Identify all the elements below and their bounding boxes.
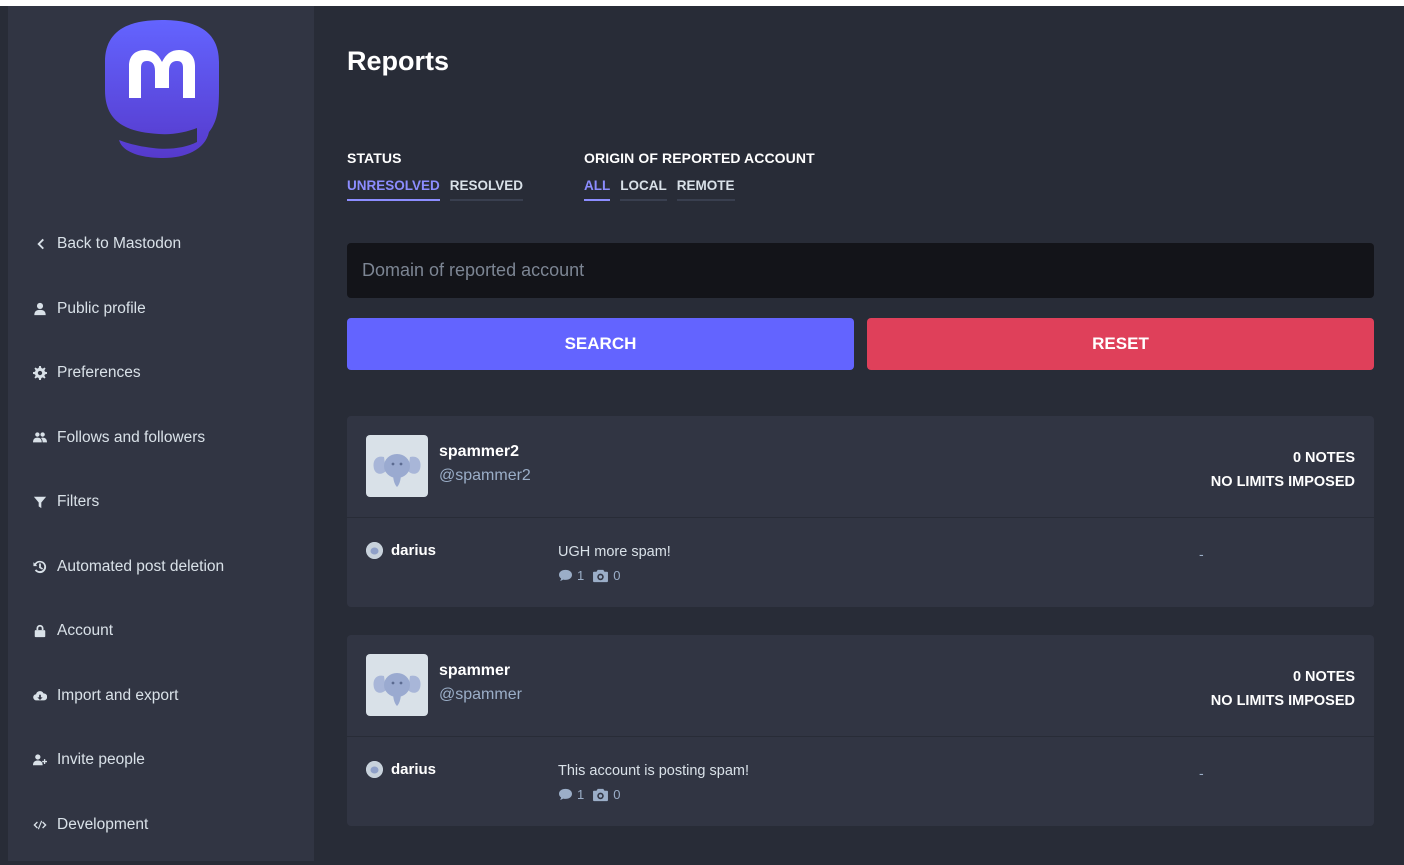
sidebar-nav: Back to Mastodon Public profile Preferen… bbox=[8, 220, 314, 865]
report-card[interactable]: spammer2 @spammer2 0 NOTES NO LIMITS IMP… bbox=[347, 416, 1374, 607]
report-card-header: spammer2 @spammer2 0 NOTES NO LIMITS IMP… bbox=[347, 416, 1374, 518]
main-content: Reports STATUS UNRESOLVED RESOLVED ORIGI… bbox=[314, 6, 1404, 861]
mastodon-logo-icon[interactable] bbox=[101, 18, 223, 158]
reported-account-name[interactable]: spammer bbox=[439, 662, 510, 680]
reporter[interactable]: darius bbox=[366, 542, 436, 559]
sidebar-item-label: Back to Mastodon bbox=[57, 235, 182, 252]
reported-account-handle[interactable]: @spammer2 bbox=[439, 467, 531, 485]
report-comment: UGH more spam! bbox=[558, 544, 671, 560]
gear-icon bbox=[32, 365, 48, 381]
comment-icon bbox=[559, 788, 572, 801]
chevron-left-icon bbox=[32, 236, 48, 252]
report-meta: 0 NOTES NO LIMITS IMPOSED bbox=[1211, 446, 1355, 494]
report-card[interactable]: spammer @spammer 0 NOTES NO LIMITS IMPOS… bbox=[347, 635, 1374, 826]
reporter-avatar bbox=[366, 542, 383, 559]
user-plus-icon bbox=[32, 752, 48, 768]
reporter-name: darius bbox=[391, 542, 437, 559]
assigned-moderator: - bbox=[1199, 546, 1204, 562]
sidebar-item-back[interactable]: Back to Mastodon bbox=[8, 220, 314, 268]
users-icon bbox=[32, 430, 48, 446]
sidebar-item-filters[interactable]: Filters bbox=[8, 478, 314, 526]
report-meta: 0 NOTES NO LIMITS IMPOSED bbox=[1211, 665, 1355, 713]
default-avatar-elephant-icon bbox=[373, 454, 421, 487]
sidebar-item-label: Import and export bbox=[57, 686, 179, 704]
origin-filter: ORIGIN OF REPORTED ACCOUNT ALL LOCAL REM… bbox=[584, 150, 815, 201]
reported-account-name[interactable]: spammer2 bbox=[439, 443, 519, 461]
report-card-header: spammer @spammer 0 NOTES NO LIMITS IMPOS… bbox=[347, 635, 1374, 737]
search-button[interactable]: SEARCH bbox=[347, 318, 854, 370]
page-title: Reports bbox=[347, 46, 450, 76]
notes-count: 0 NOTES bbox=[1292, 669, 1355, 685]
statuses-count: 1 bbox=[577, 787, 585, 802]
comment-icon bbox=[559, 569, 572, 582]
sidebar-item-label: Automated post deletion bbox=[57, 557, 225, 575]
avatar[interactable] bbox=[366, 654, 428, 716]
sidebar-item-label: Public profile bbox=[57, 299, 146, 317]
report-card-body: darius UGH more spam! 1 0 - bbox=[347, 518, 1374, 607]
sidebar-item-label: Account bbox=[57, 622, 114, 639]
reset-button[interactable]: RESET bbox=[867, 318, 1374, 370]
sidebar-item-label: Follows and followers bbox=[57, 428, 206, 446]
lock-icon bbox=[32, 623, 48, 639]
sidebar: Back to Mastodon Public profile Preferen… bbox=[8, 6, 314, 861]
limits-status: NO LIMITS IMPOSED bbox=[1210, 474, 1355, 490]
code-icon bbox=[32, 817, 48, 833]
notes-count: 0 NOTES bbox=[1292, 450, 1355, 466]
sidebar-item-follows[interactable]: Follows and followers bbox=[8, 414, 314, 462]
default-avatar-elephant-icon bbox=[373, 673, 421, 706]
assigned-moderator: - bbox=[1199, 765, 1204, 781]
cloud-download-icon bbox=[32, 688, 48, 704]
status-filter: STATUS UNRESOLVED RESOLVED bbox=[347, 150, 524, 201]
statuses-count: 1 bbox=[577, 568, 585, 583]
sidebar-item-automated-deletion[interactable]: Automated post deletion bbox=[8, 543, 314, 591]
sidebar-item-label: Invite people bbox=[57, 751, 145, 768]
sidebar-item-invite-people[interactable]: Invite people bbox=[8, 736, 314, 784]
filter-resolved[interactable]: RESOLVED bbox=[449, 178, 524, 201]
sidebar-item-import-export[interactable]: Import and export bbox=[8, 672, 314, 720]
avatar[interactable] bbox=[366, 435, 428, 497]
history-icon bbox=[32, 559, 48, 575]
report-stats: 1 0 bbox=[558, 787, 620, 802]
sidebar-item-label: Filters bbox=[57, 493, 100, 510]
status-filter-title: STATUS bbox=[347, 150, 402, 166]
filter-local[interactable]: LOCAL bbox=[620, 178, 667, 201]
report-card-body: darius This account is posting spam! 1 0… bbox=[347, 737, 1374, 826]
report-comment: This account is posting spam! bbox=[558, 763, 750, 779]
media-count: 0 bbox=[613, 568, 621, 583]
reporter-avatar bbox=[366, 761, 383, 778]
domain-search-input[interactable] bbox=[347, 243, 1374, 298]
report-stats: 1 0 bbox=[558, 568, 620, 583]
limits-status: NO LIMITS IMPOSED bbox=[1210, 693, 1355, 709]
filter-all[interactable]: ALL bbox=[584, 178, 611, 201]
sidebar-item-account[interactable]: Account bbox=[8, 607, 314, 655]
sidebar-item-preferences[interactable]: Preferences bbox=[8, 349, 314, 397]
reporter[interactable]: darius bbox=[366, 761, 436, 778]
reported-account-handle[interactable]: @spammer bbox=[439, 686, 522, 704]
media-count: 0 bbox=[613, 787, 621, 802]
user-icon bbox=[32, 301, 48, 317]
sidebar-item-label: Development bbox=[57, 815, 149, 833]
camera-icon bbox=[593, 788, 609, 801]
sidebar-item-label: Preferences bbox=[57, 364, 141, 381]
camera-icon bbox=[593, 569, 609, 582]
filter-remote[interactable]: REMOTE bbox=[676, 178, 735, 201]
sidebar-item-public-profile[interactable]: Public profile bbox=[8, 285, 314, 333]
filter-unresolved[interactable]: UNRESOLVED bbox=[347, 178, 440, 201]
reporter-name: darius bbox=[391, 761, 437, 778]
sidebar-item-development[interactable]: Development bbox=[8, 801, 314, 849]
filter-icon bbox=[32, 494, 48, 510]
origin-filter-title: ORIGIN OF REPORTED ACCOUNT bbox=[584, 150, 815, 166]
